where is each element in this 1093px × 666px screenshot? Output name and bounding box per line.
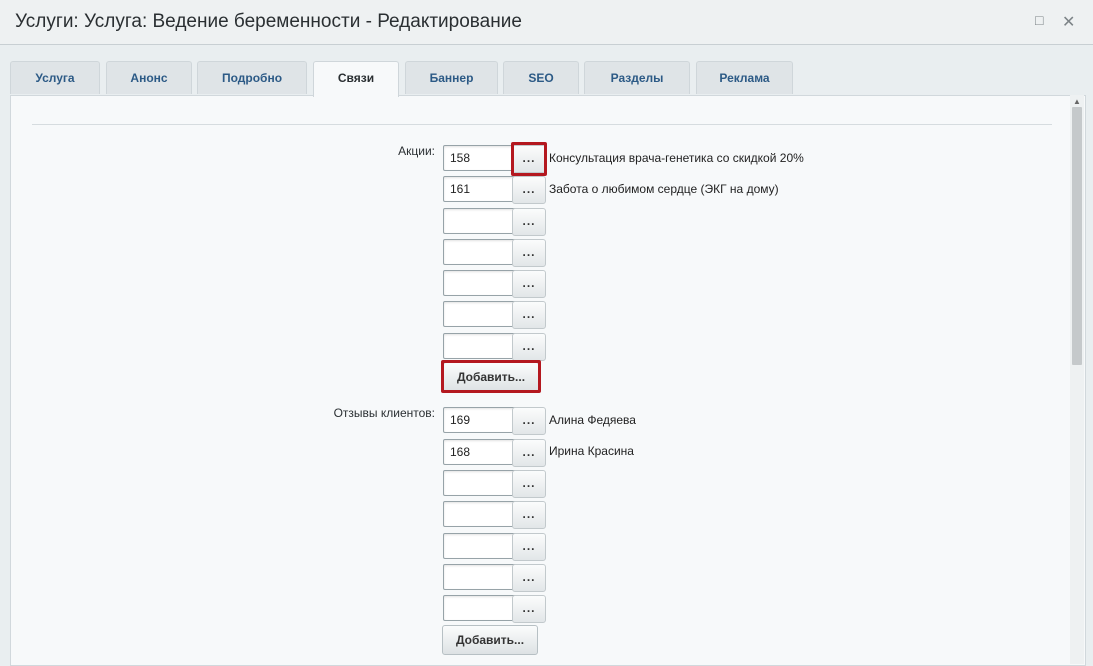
promotion-id-input-6[interactable] [443,301,517,327]
review-id-input-7[interactable] [443,595,517,621]
tab-content-panel [10,95,1086,666]
tab-anons[interactable]: Анонс [106,61,192,94]
promotions-label: Акции: [398,144,435,158]
promotion-id-input-4[interactable] [443,239,517,265]
review-browse-button-2[interactable]: ... [512,439,546,467]
tab-podrobno[interactable]: Подробно [197,61,307,94]
tab-reklama[interactable]: Реклама [696,61,793,94]
promotion-browse-button-5[interactable]: ... [512,270,546,298]
window-titlebar: Услуги: Услуга: Ведение беременности - Р… [0,0,1093,45]
review-browse-button-4[interactable]: ... [512,501,546,529]
close-icon[interactable]: ✕ [1062,12,1075,32]
promotion-browse-button-4[interactable]: ... [512,239,546,267]
tab-svyazi[interactable]: Связи [313,61,399,97]
window-title: Услуги: Услуга: Ведение беременности - Р… [15,11,522,32]
review-name-1: Алина Федяева [549,413,636,427]
promotion-id-input-3[interactable] [443,208,517,234]
promotion-browse-button-1[interactable]: ... [512,145,546,173]
promotion-browse-button-7[interactable]: ... [512,333,546,361]
promotion-id-input-7[interactable] [443,333,517,359]
tab-usluga[interactable]: Услуга [10,61,100,94]
reviews-label: Отзывы клиентов: [333,406,435,420]
review-name-2: Ирина Красина [549,444,634,458]
review-browse-button-1[interactable]: ... [512,407,546,435]
promotion-id-input-5[interactable] [443,270,517,296]
promotion-browse-button-3[interactable]: ... [512,208,546,236]
review-id-input-5[interactable] [443,533,517,559]
reviews-add-button[interactable]: Добавить... [442,625,538,655]
review-id-input-4[interactable] [443,501,517,527]
promotion-id-input-2[interactable] [443,176,517,202]
review-id-input-2[interactable] [443,439,517,465]
promotions-add-button[interactable]: Добавить... [443,362,539,392]
review-browse-button-6[interactable]: ... [512,564,546,592]
scrollbar[interactable]: ▲ [1070,95,1084,664]
review-id-input-1[interactable] [443,407,517,433]
promotion-name-2: Забота о любимом сердце (ЭКГ на дому) [549,182,779,196]
promotion-browse-button-2[interactable]: ... [512,176,546,204]
tab-razdely[interactable]: Разделы [584,61,690,94]
scroll-up-arrow-icon[interactable]: ▲ [1073,97,1081,106]
maximize-icon[interactable]: □ [1035,12,1043,28]
tab-seo[interactable]: SEO [503,61,579,94]
scroll-thumb[interactable] [1072,107,1082,365]
review-browse-button-5[interactable]: ... [512,533,546,561]
review-browse-button-3[interactable]: ... [512,470,546,498]
review-id-input-3[interactable] [443,470,517,496]
review-id-input-6[interactable] [443,564,517,590]
promotion-name-1: Консультация врача-генетика со скидкой 2… [549,151,804,165]
promotion-browse-button-6[interactable]: ... [512,301,546,329]
tab-banner[interactable]: Баннер [405,61,498,94]
promotion-id-input-1[interactable] [443,145,517,171]
review-browse-button-7[interactable]: ... [512,595,546,623]
divider [32,124,1052,125]
